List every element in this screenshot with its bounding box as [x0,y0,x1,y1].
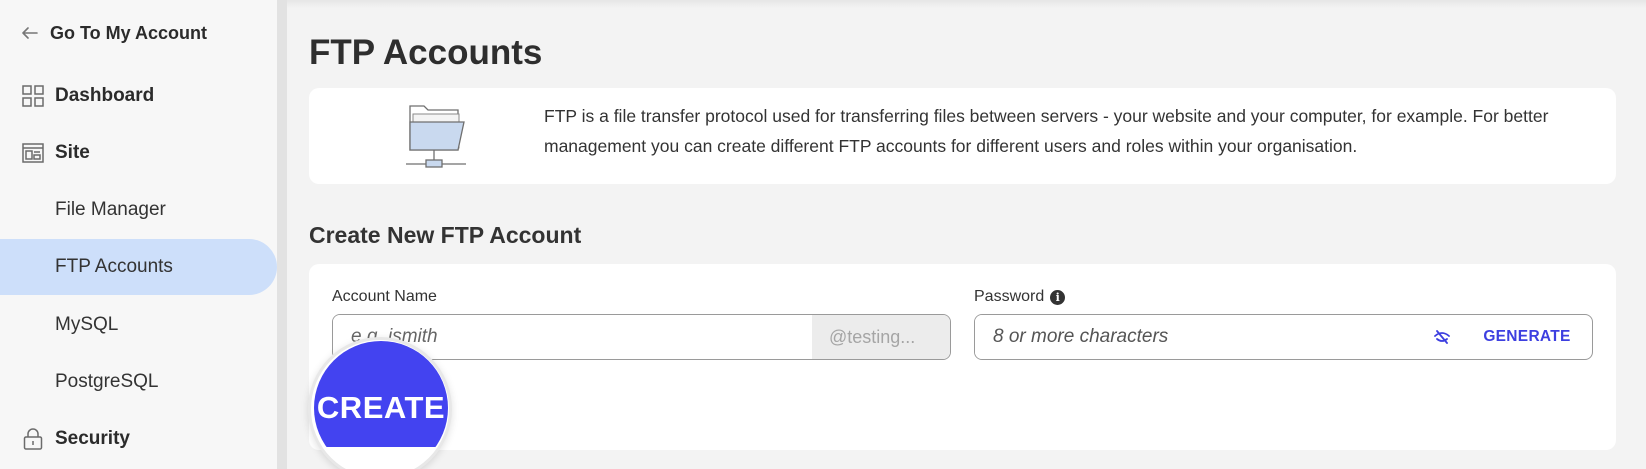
create-button-highlight: CREATE [308,337,452,469]
sidebar-item-postgresql[interactable]: PostgreSQL [0,354,277,410]
password-input[interactable] [975,315,1422,359]
arrow-left-icon [22,27,38,39]
sidebar-item-label: MySQL [55,314,119,335]
account-name-label: Account Name [332,288,437,305]
generate-password-button[interactable]: GENERATE [1462,315,1592,359]
go-to-my-account-link[interactable]: Go To My Account [22,18,207,48]
sidebar-item-label: Security [55,428,130,449]
info-card: FTP is a file transfer protocol used for… [309,88,1616,184]
lock-icon [22,428,44,450]
sidebar-item-file-manager[interactable]: File Manager [0,182,277,238]
sidebar-item-site[interactable]: Site [0,125,277,181]
sidebar-item-label: Dashboard [55,85,155,106]
sidebar-item-dashboard[interactable]: Dashboard [0,68,277,124]
site-icon [22,142,44,164]
section-title: Create New FTP Account [309,222,582,248]
account-domain-suffix: @testing... [812,315,950,359]
hide-password-icon[interactable] [1422,315,1462,359]
page-title: FTP Accounts [309,33,543,72]
sidebar-item-mysql[interactable]: MySQL [0,297,277,353]
main-content: FTP Accounts FTP is a file transfer prot… [287,0,1646,469]
sidebar-item-security[interactable]: Security [0,411,277,467]
sidebar-item-label: PostgreSQL [55,371,159,392]
create-account-form: Account Name @testing... Password i GENE… [309,264,1616,450]
sidebar: Go To My Account Dashboard Site File Man… [0,0,277,469]
ftp-folder-icon [404,100,470,170]
sidebar-item-label: File Manager [55,199,166,220]
sidebar-item-ftp-accounts[interactable]: FTP Accounts [0,239,277,295]
sidebar-item-label: FTP Accounts [55,256,173,277]
info-icon[interactable]: i [1050,289,1066,305]
password-label: Password i [974,288,1066,306]
grid-icon [22,85,44,107]
go-to-my-account-label: Go To My Account [50,22,207,43]
info-description: FTP is a file transfer protocol used for… [544,106,1549,156]
sidebar-divider [277,0,287,469]
sidebar-item-label: Site [55,142,90,163]
password-field: GENERATE [974,314,1593,360]
